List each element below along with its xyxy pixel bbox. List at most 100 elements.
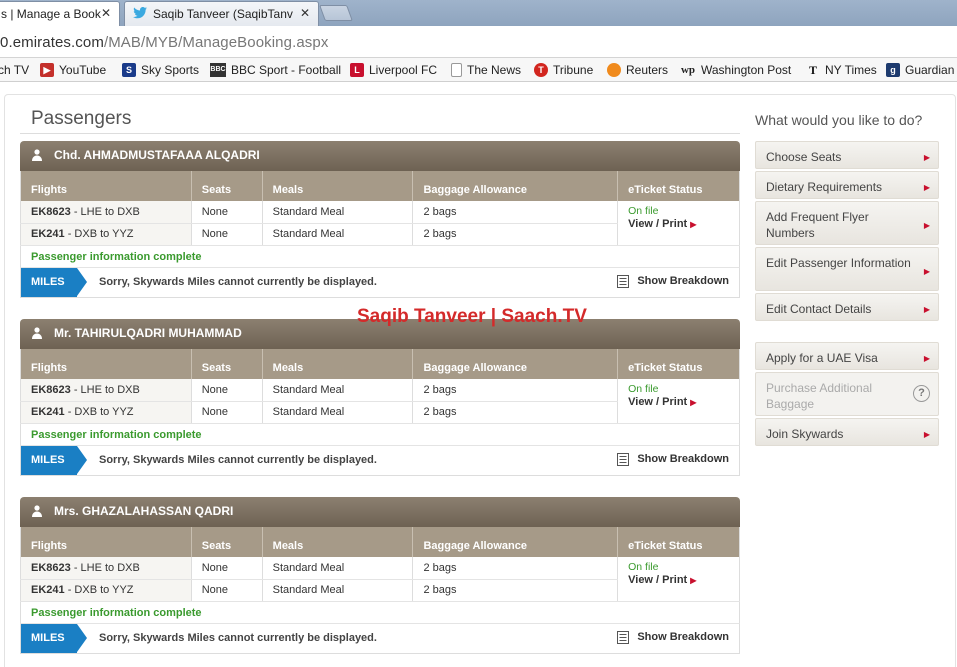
- bookmarks-bar: ch TV ▶ YouTube S Sky Sports BBC BBC Sport …: [0, 58, 957, 82]
- miles-badge: MILES: [21, 623, 87, 653]
- seat-cell: None: [191, 579, 263, 602]
- flight-cell: EK241 - DXB to YYZ: [20, 579, 192, 602]
- bookmark-ch-tv[interactable]: ch TV: [0, 62, 29, 78]
- bookmark-reuters[interactable]: Reuters: [607, 62, 668, 78]
- list-icon: [617, 630, 630, 644]
- column-header-eticket: eTicket Status: [617, 171, 740, 201]
- passenger-complete-status: Passenger information complete: [20, 423, 740, 446]
- passenger-name: Mrs. GHAZALAHASSAN QADRI: [54, 504, 234, 518]
- flight-cell: EK8623 - LHE to DXB: [20, 557, 192, 580]
- choose-seats-button[interactable]: Choose Seats ▶: [755, 141, 939, 169]
- address-bar[interactable]: 0.emirates.com/MAB/MYB/ManageBooking.asp…: [0, 26, 957, 58]
- wp-icon: wp: [680, 64, 696, 76]
- tab-title: Saqib Tanveer (SaqibTanv: [153, 7, 293, 21]
- passenger-complete-status: Passenger information complete: [20, 245, 740, 268]
- flight-code: EK241: [31, 406, 65, 418]
- eticket-status: On file: [628, 561, 659, 573]
- dietary-requirements-button[interactable]: Dietary Requirements ▶: [755, 171, 939, 199]
- table-header-row: Flights Seats Meals Baggage Allowance eTicke…: [20, 527, 740, 557]
- column-header-meals: Meals: [262, 527, 414, 557]
- close-tab-icon[interactable]: ✕: [300, 6, 310, 20]
- eticket-status: On file: [628, 205, 659, 217]
- chevron-right-icon: ▶: [923, 305, 930, 314]
- miles-row: MILES Sorry, Skywards Miles cannot curren…: [20, 623, 740, 654]
- table-header-row: Flights Seats Meals Baggage Allowance eTicke…: [20, 349, 740, 379]
- show-breakdown-link[interactable]: Show Breakdown: [617, 274, 729, 288]
- bookmark-ny-times[interactable]: T NY Times: [806, 62, 877, 78]
- view-print-link[interactable]: View / Print ▶: [628, 396, 739, 408]
- passenger-complete-status: Passenger information complete: [20, 601, 740, 624]
- baggage-cell: 2 bags: [412, 223, 619, 246]
- apply-uae-visa-button[interactable]: Apply for a UAE Visa ▶: [755, 342, 939, 370]
- page-title: Passengers: [31, 108, 132, 129]
- bookmark-tribune[interactable]: T Tribune: [534, 62, 593, 78]
- view-print-link[interactable]: View / Print ▶: [628, 218, 739, 230]
- miles-row: MILES Sorry, Skywards Miles cannot curren…: [20, 445, 740, 476]
- column-header-baggage: Baggage Allowance: [412, 349, 619, 379]
- bookmark-liverpool-fc[interactable]: L Liverpool FC: [350, 62, 437, 78]
- flight-route: - LHE to DXB: [70, 383, 140, 396]
- help-icon[interactable]: ?: [913, 385, 930, 402]
- list-icon: [617, 452, 630, 466]
- edit-passenger-info-button[interactable]: Edit Passenger Information ▶: [755, 247, 939, 291]
- flight-code: EK8623: [31, 383, 71, 396]
- baggage-cell: 2 bags: [412, 201, 619, 224]
- new-tab-button[interactable]: [319, 5, 353, 21]
- flight-cell: EK8623 - LHE to DXB: [20, 379, 192, 402]
- watermark-text: Saqib Tanveer | Saach.TV: [357, 306, 587, 327]
- seat-cell: None: [191, 401, 263, 424]
- column-header-eticket: eTicket Status: [617, 527, 740, 557]
- bookmark-washington-post[interactable]: wp Washington Post: [680, 62, 791, 78]
- miles-message: Sorry, Skywards Miles cannot currently b…: [99, 275, 377, 288]
- flight-row: EK8623 - LHE to DXB None Standard Meal 2 ba…: [20, 557, 740, 602]
- chevron-right-icon: ▶: [923, 183, 930, 192]
- chevron-right-icon: ▶: [923, 153, 930, 162]
- add-frequent-flyer-button[interactable]: Add Frequent Flyer Numbers ▶: [755, 201, 939, 245]
- bookmark-youtube[interactable]: ▶ YouTube: [40, 62, 106, 78]
- flight-route: - LHE to DXB: [70, 561, 140, 574]
- join-skywards-button[interactable]: Join Skywards ▶: [755, 418, 939, 446]
- flight-cell: EK8623 - LHE to DXB: [20, 201, 192, 224]
- chevron-right-icon: ▶: [690, 398, 697, 407]
- bookmark-guardian[interactable]: g Guardian: [886, 62, 954, 78]
- column-header-baggage: Baggage Allowance: [412, 171, 619, 201]
- meal-cell: Standard Meal: [262, 579, 414, 602]
- edit-contact-details-button[interactable]: Edit Contact Details ▶: [755, 293, 939, 321]
- column-header-meals: Meals: [262, 171, 414, 201]
- flight-code: EK8623: [31, 205, 71, 218]
- chevron-right-icon: ▶: [923, 354, 930, 363]
- miles-badge: MILES: [21, 445, 87, 475]
- view-print-link[interactable]: View / Print ▶: [628, 574, 739, 586]
- flight-route: - LHE to DXB: [70, 205, 140, 218]
- meal-cell: Standard Meal: [262, 201, 414, 224]
- liverpool-crest-icon: L: [350, 63, 364, 77]
- flight-cell: EK241 - DXB to YYZ: [20, 401, 192, 424]
- url-path: /MAB/MYB/ManageBooking.aspx: [103, 34, 329, 51]
- chevron-right-icon: ▶: [923, 430, 930, 439]
- miles-message: Sorry, Skywards Miles cannot currently b…: [99, 631, 377, 644]
- meal-cell: Standard Meal: [262, 379, 414, 402]
- show-breakdown-link[interactable]: Show Breakdown: [617, 630, 729, 644]
- show-breakdown-link[interactable]: Show Breakdown: [617, 452, 729, 466]
- flight-route: - DXB to YYZ: [64, 228, 134, 240]
- twitter-bird-icon: [133, 7, 147, 19]
- passenger-card: Chd. AHMADMUSTAFAAA ALQADRI Flights Seats M…: [20, 141, 740, 298]
- bookmark-sky-sports[interactable]: S Sky Sports: [122, 62, 199, 78]
- bbc-icon: BBC: [210, 63, 226, 77]
- url-domain: 0.emirates.com: [0, 34, 104, 51]
- column-header-eticket: eTicket Status: [617, 349, 740, 379]
- bookmark-the-news[interactable]: The News: [451, 62, 521, 78]
- passenger-name: Chd. AHMADMUSTAFAAA ALQADRI: [54, 148, 260, 162]
- flights-table: Flights Seats Meals Baggage Allowance eTicke…: [20, 171, 740, 246]
- browser-tab-twitter[interactable]: Saqib Tanveer (SaqibTanv ✕: [124, 1, 319, 26]
- browser-tab-manage-booking[interactable]: s | Manage a Book ✕: [0, 1, 120, 26]
- flights-table: Flights Seats Meals Baggage Allowance eTicke…: [20, 349, 740, 424]
- purchase-baggage-button: Purchase Additional Baggage?: [755, 372, 939, 416]
- close-tab-icon[interactable]: ✕: [101, 6, 111, 20]
- eticket-status: On file: [628, 383, 659, 395]
- flight-row: EK8623 - LHE to DXB None Standard Meal 2 ba…: [20, 201, 740, 246]
- url-text[interactable]: 0.emirates.com/MAB/MYB/ManageBooking.asp…: [0, 34, 328, 51]
- seat-cell: None: [191, 201, 263, 224]
- bookmark-bbc-sport[interactable]: BBC BBC Sport - Football: [210, 62, 341, 78]
- sidebar-title: What would you like to do?: [755, 112, 923, 128]
